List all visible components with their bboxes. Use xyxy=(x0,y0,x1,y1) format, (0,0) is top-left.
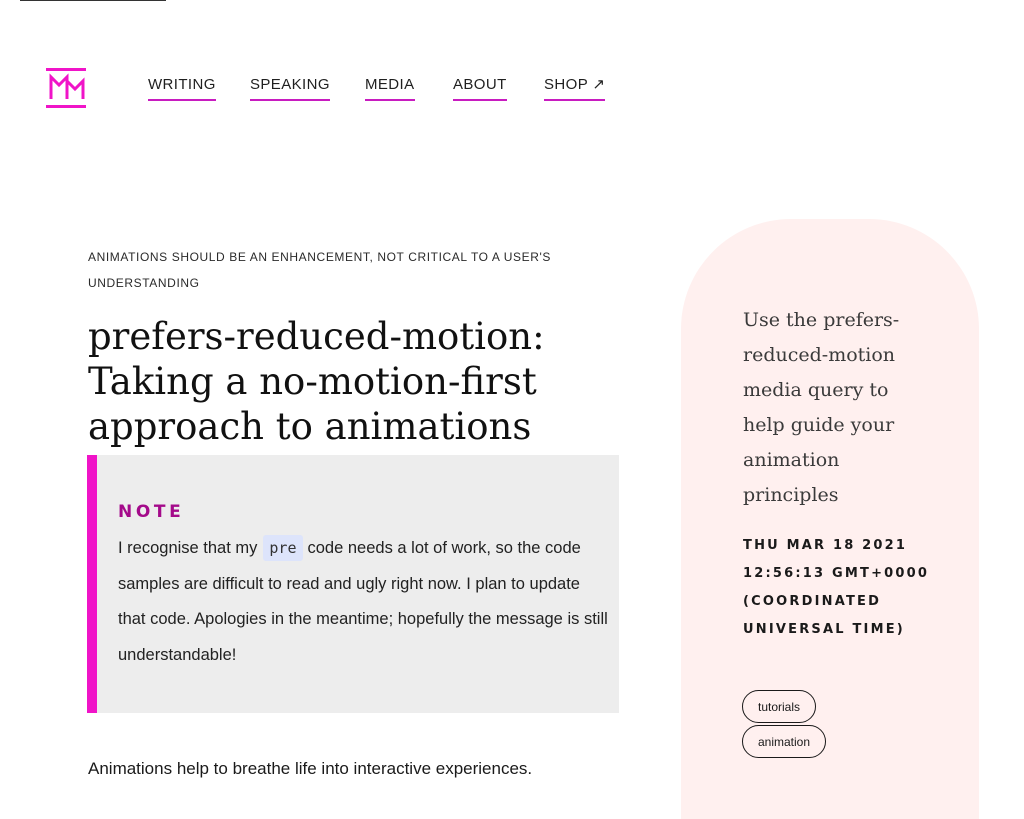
note-label: NOTE xyxy=(118,502,185,522)
tag-list: tutorials animation xyxy=(742,690,942,760)
article-intro-paragraph: Animations help to breathe life into int… xyxy=(88,759,533,778)
nav-link-speaking[interactable]: SPEAKING xyxy=(250,76,330,101)
article-title: prefers-reduced-motion: Taking a no-moti… xyxy=(88,315,545,448)
note-body: I recognise that my pre code needs a lot o… xyxy=(118,531,608,673)
article-sidebar: Use the prefers-reduced-motion media que… xyxy=(681,219,979,819)
nav-link-about[interactable]: ABOUT xyxy=(453,76,507,101)
article-kicker: ANIMATIONS SHOULD BE AN ENHANCEMENT, NOT… xyxy=(88,250,551,290)
note-text-before: I recognise that my xyxy=(118,539,258,557)
monogram-logo-icon[interactable] xyxy=(46,68,86,108)
note-text-after: code needs a lot of work, so the code sa… xyxy=(118,539,608,664)
nav-link-shop[interactable]: SHOP ↗ xyxy=(544,76,606,101)
article-summary: Use the prefers-reduced-motion media que… xyxy=(743,309,900,506)
inline-code: pre xyxy=(263,535,303,561)
top-divider xyxy=(20,0,166,1)
note-callout: NOTE I recognise that my pre code needs a … xyxy=(87,455,619,713)
publish-date: THU MAR 18 2021 12:56:13 GMT+0000 (COORD… xyxy=(743,538,930,637)
tag-animation[interactable]: animation xyxy=(742,725,827,758)
tag-tutorials[interactable]: tutorials xyxy=(742,690,817,723)
nav-link-media[interactable]: MEDIA xyxy=(365,76,415,101)
nav-link-writing[interactable]: WRITING xyxy=(148,76,216,101)
